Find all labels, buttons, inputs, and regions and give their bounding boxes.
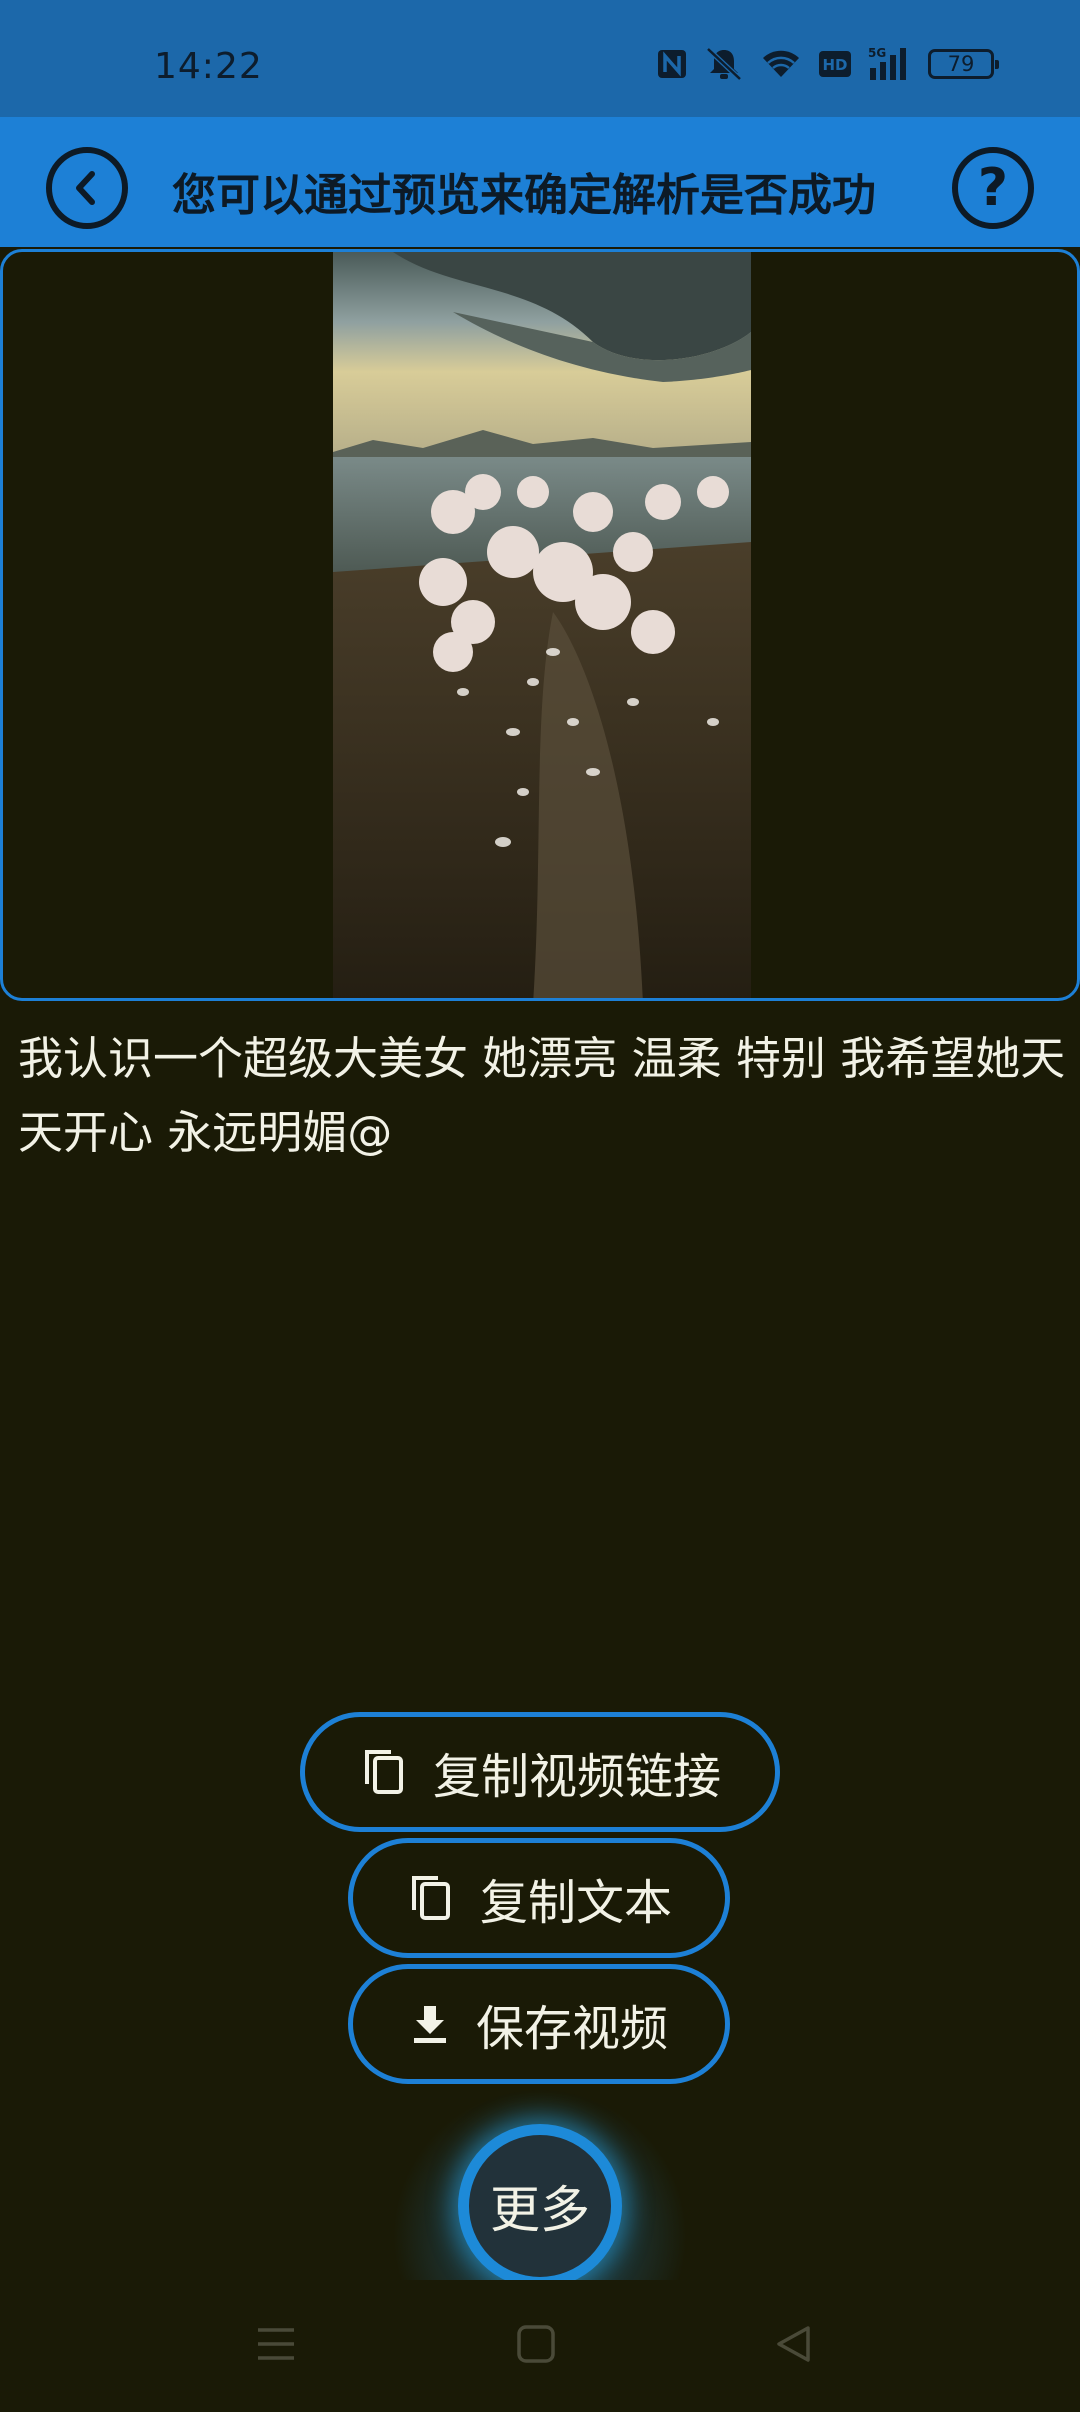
svg-text:HD: HD	[822, 56, 847, 74]
copy-video-link-label: 复制视频链接	[432, 1749, 721, 1805]
save-video-label: 保存视频	[475, 2001, 668, 2057]
copy-text-button[interactable]: 复制文本	[348, 1838, 730, 1958]
battery-level: 79	[947, 52, 975, 76]
hd-icon: HD	[818, 50, 852, 78]
system-nav-bar	[0, 2280, 1080, 2412]
more-label: 更多	[490, 2181, 590, 2239]
copy-text-label: 复制文本	[479, 1875, 672, 1931]
chevron-left-icon	[76, 171, 95, 205]
copy-icon	[359, 1746, 407, 1798]
help-icon: ?	[977, 158, 1009, 218]
help-button[interactable]: ?	[952, 147, 1034, 229]
save-video-button[interactable]: 保存视频	[348, 1964, 730, 2084]
svg-text:5G: 5G	[868, 46, 886, 60]
more-button[interactable]: 更多	[458, 2124, 622, 2288]
battery-icon: 79	[928, 49, 999, 79]
video-preview[interactable]	[0, 249, 1080, 1001]
download-icon	[410, 2002, 450, 2046]
page-title: 您可以通过预览来确定解析是否成功	[172, 170, 876, 221]
mute-icon	[704, 46, 744, 82]
status-time: 14:22	[154, 46, 263, 87]
video-thumbnail[interactable]	[333, 252, 751, 1001]
wifi-icon	[760, 47, 802, 81]
copy-icon	[406, 1872, 454, 1924]
status-icons: HD 5G 79	[656, 44, 999, 84]
copy-video-link-button[interactable]: 复制视频链接	[300, 1712, 780, 1832]
home-icon[interactable]	[516, 2324, 556, 2368]
back-triangle-icon[interactable]	[774, 2324, 814, 2368]
back-button[interactable]	[46, 147, 128, 229]
menu-icon[interactable]	[256, 2324, 296, 2368]
status-bar: 14:22 HD 5G 79	[0, 0, 1080, 117]
nfc-icon	[656, 48, 688, 80]
video-caption: 我认识一个超级大美女 她漂亮 温柔 特别 我希望她天天开心 永远明媚@	[18, 1032, 1066, 1159]
signal-5g-icon: 5G	[868, 46, 912, 82]
top-bar: 您可以通过预览来确定解析是否成功 ?	[0, 117, 1080, 247]
